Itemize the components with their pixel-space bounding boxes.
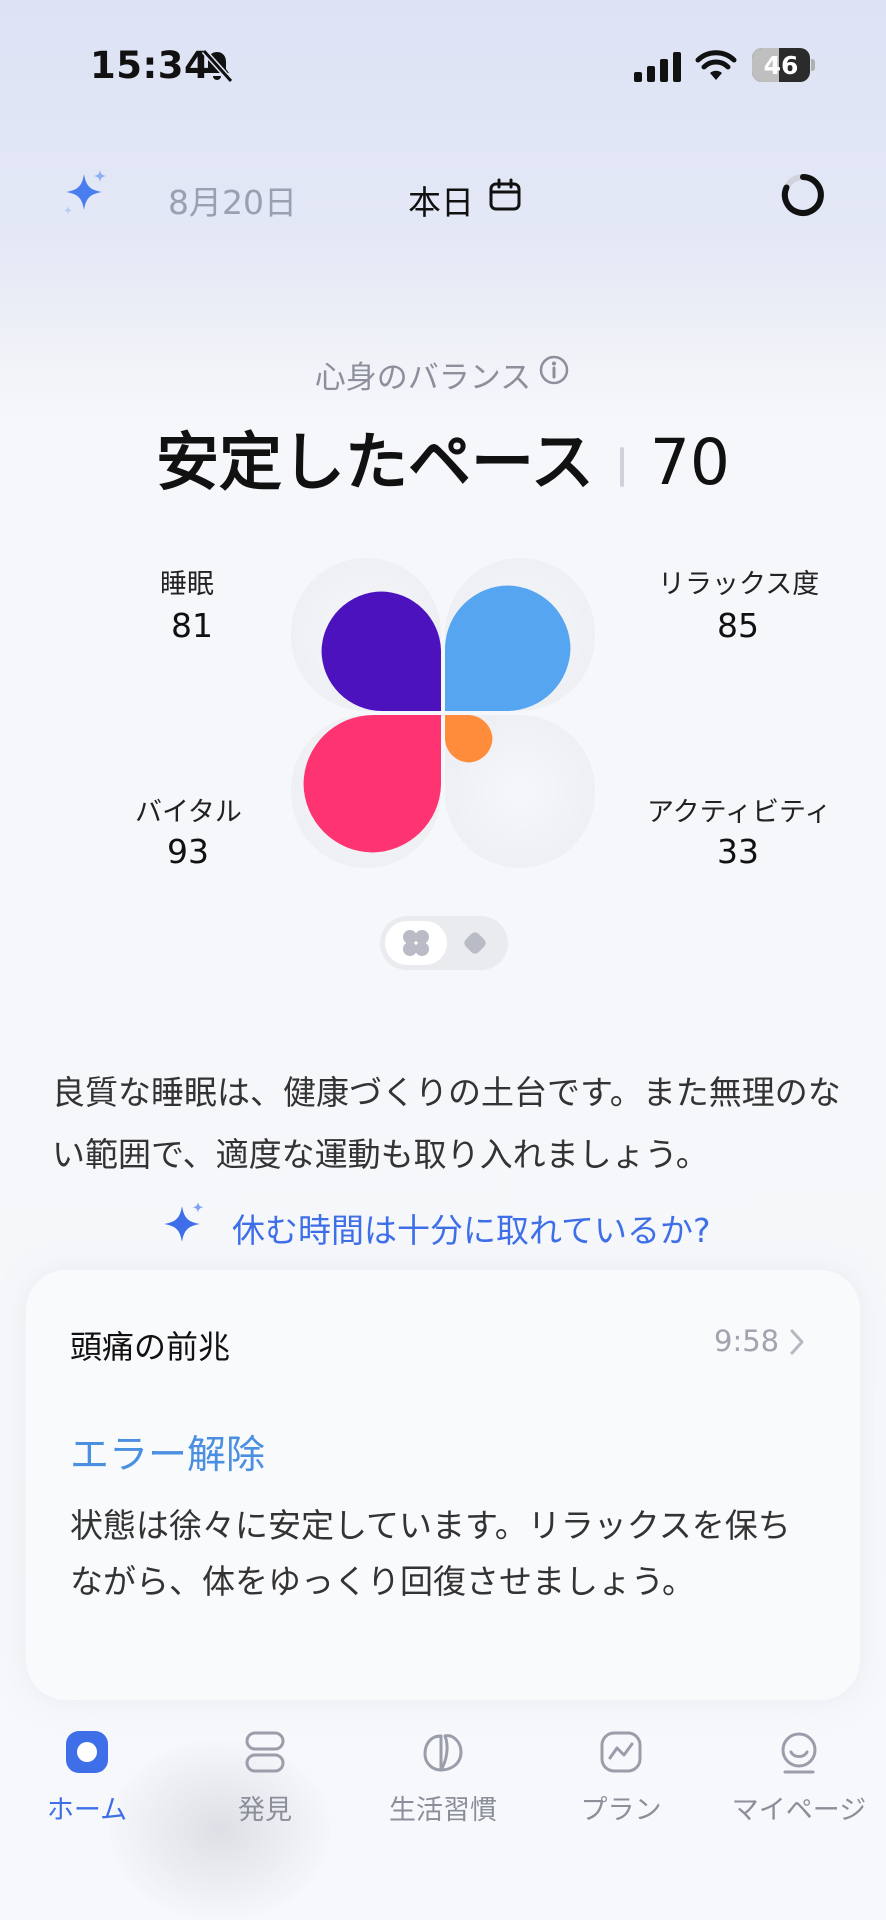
nav-home[interactable]: ホーム xyxy=(2,1728,172,1827)
advice-text: 良質な睡眠は、健康づくりの土台です。また無理のない範囲で、適度な運動も取り入れま… xyxy=(52,1073,841,1174)
nav-mypage-label: マイページ xyxy=(731,1795,867,1826)
balance-flower-chart[interactable] xyxy=(288,558,598,868)
ai-sparkle-icon xyxy=(164,1202,204,1242)
nav-plan[interactable]: プラン xyxy=(536,1728,706,1827)
card-title: 頭痛の前兆 xyxy=(70,1328,231,1366)
discover-icon xyxy=(245,1731,285,1773)
cellular-signal-icon xyxy=(634,52,681,82)
nav-habits[interactable]: 生活習慣 xyxy=(358,1728,528,1827)
habits-icon xyxy=(423,1734,463,1772)
balance-score: 70 xyxy=(649,426,731,499)
view-toggle[interactable] xyxy=(380,916,508,970)
bell-muted-icon xyxy=(201,48,234,84)
shape-view-icon[interactable] xyxy=(460,928,490,958)
activity-label: アクティビティ xyxy=(647,797,832,828)
vital-label: バイタル xyxy=(135,797,242,828)
date-label[interactable]: 8月20日 xyxy=(168,176,297,224)
nav-discover[interactable]: 発見 xyxy=(180,1728,350,1827)
nav-habits-label: 生活習慣 xyxy=(389,1795,497,1826)
vital-value: 93 xyxy=(167,832,209,871)
home-icon xyxy=(66,1731,108,1773)
chevron-right-icon[interactable] xyxy=(788,1328,806,1356)
card-heading: エラー解除 xyxy=(70,1433,266,1478)
flower-view-option[interactable] xyxy=(385,921,447,965)
profile-smile-icon xyxy=(781,1732,817,1774)
info-icon[interactable] xyxy=(538,354,570,386)
wifi-icon xyxy=(695,50,737,80)
balance-label: 心身のバランス xyxy=(314,360,532,396)
card-time: 9:58 xyxy=(714,1324,780,1358)
calendar-icon[interactable] xyxy=(488,178,522,212)
flower-view-icon xyxy=(403,930,429,956)
ai-prompt-link[interactable]: 休む時間は十分に取れているか? xyxy=(232,1204,711,1252)
relax-label: リラックス度 xyxy=(658,569,820,600)
sync-progress-icon[interactable] xyxy=(778,170,828,220)
card-body: 状態は徐々に安定しています。リラックスを保ちながら、体をゆっくり回復させましょう… xyxy=(70,1506,791,1601)
battery-percent: 46 xyxy=(763,51,799,80)
status-time: 15:34 xyxy=(90,44,211,87)
battery-tip xyxy=(811,59,815,71)
sleep-label: 睡眠 xyxy=(160,569,214,600)
nav-discover-label: 発見 xyxy=(238,1795,292,1826)
nav-home-label: ホーム xyxy=(46,1795,128,1826)
relax-value: 85 xyxy=(717,606,759,645)
balance-headline: 安定したペース 70 xyxy=(0,412,886,503)
sleep-value: 81 xyxy=(171,606,213,645)
headline-divider xyxy=(619,446,624,487)
balance-status: 安定したペース xyxy=(155,426,594,499)
today-button[interactable]: 本日 xyxy=(408,176,474,224)
plan-icon xyxy=(600,1731,642,1773)
nav-mypage[interactable]: マイページ xyxy=(714,1728,884,1827)
relax-petal xyxy=(445,585,571,711)
nav-plan-label: プラン xyxy=(580,1795,662,1826)
ai-sparkle-icon[interactable] xyxy=(60,168,110,218)
sleep-petal xyxy=(321,591,441,711)
activity-value: 33 xyxy=(717,832,759,871)
vital-petal xyxy=(303,715,441,853)
battery-indicator: 46 xyxy=(752,48,810,82)
